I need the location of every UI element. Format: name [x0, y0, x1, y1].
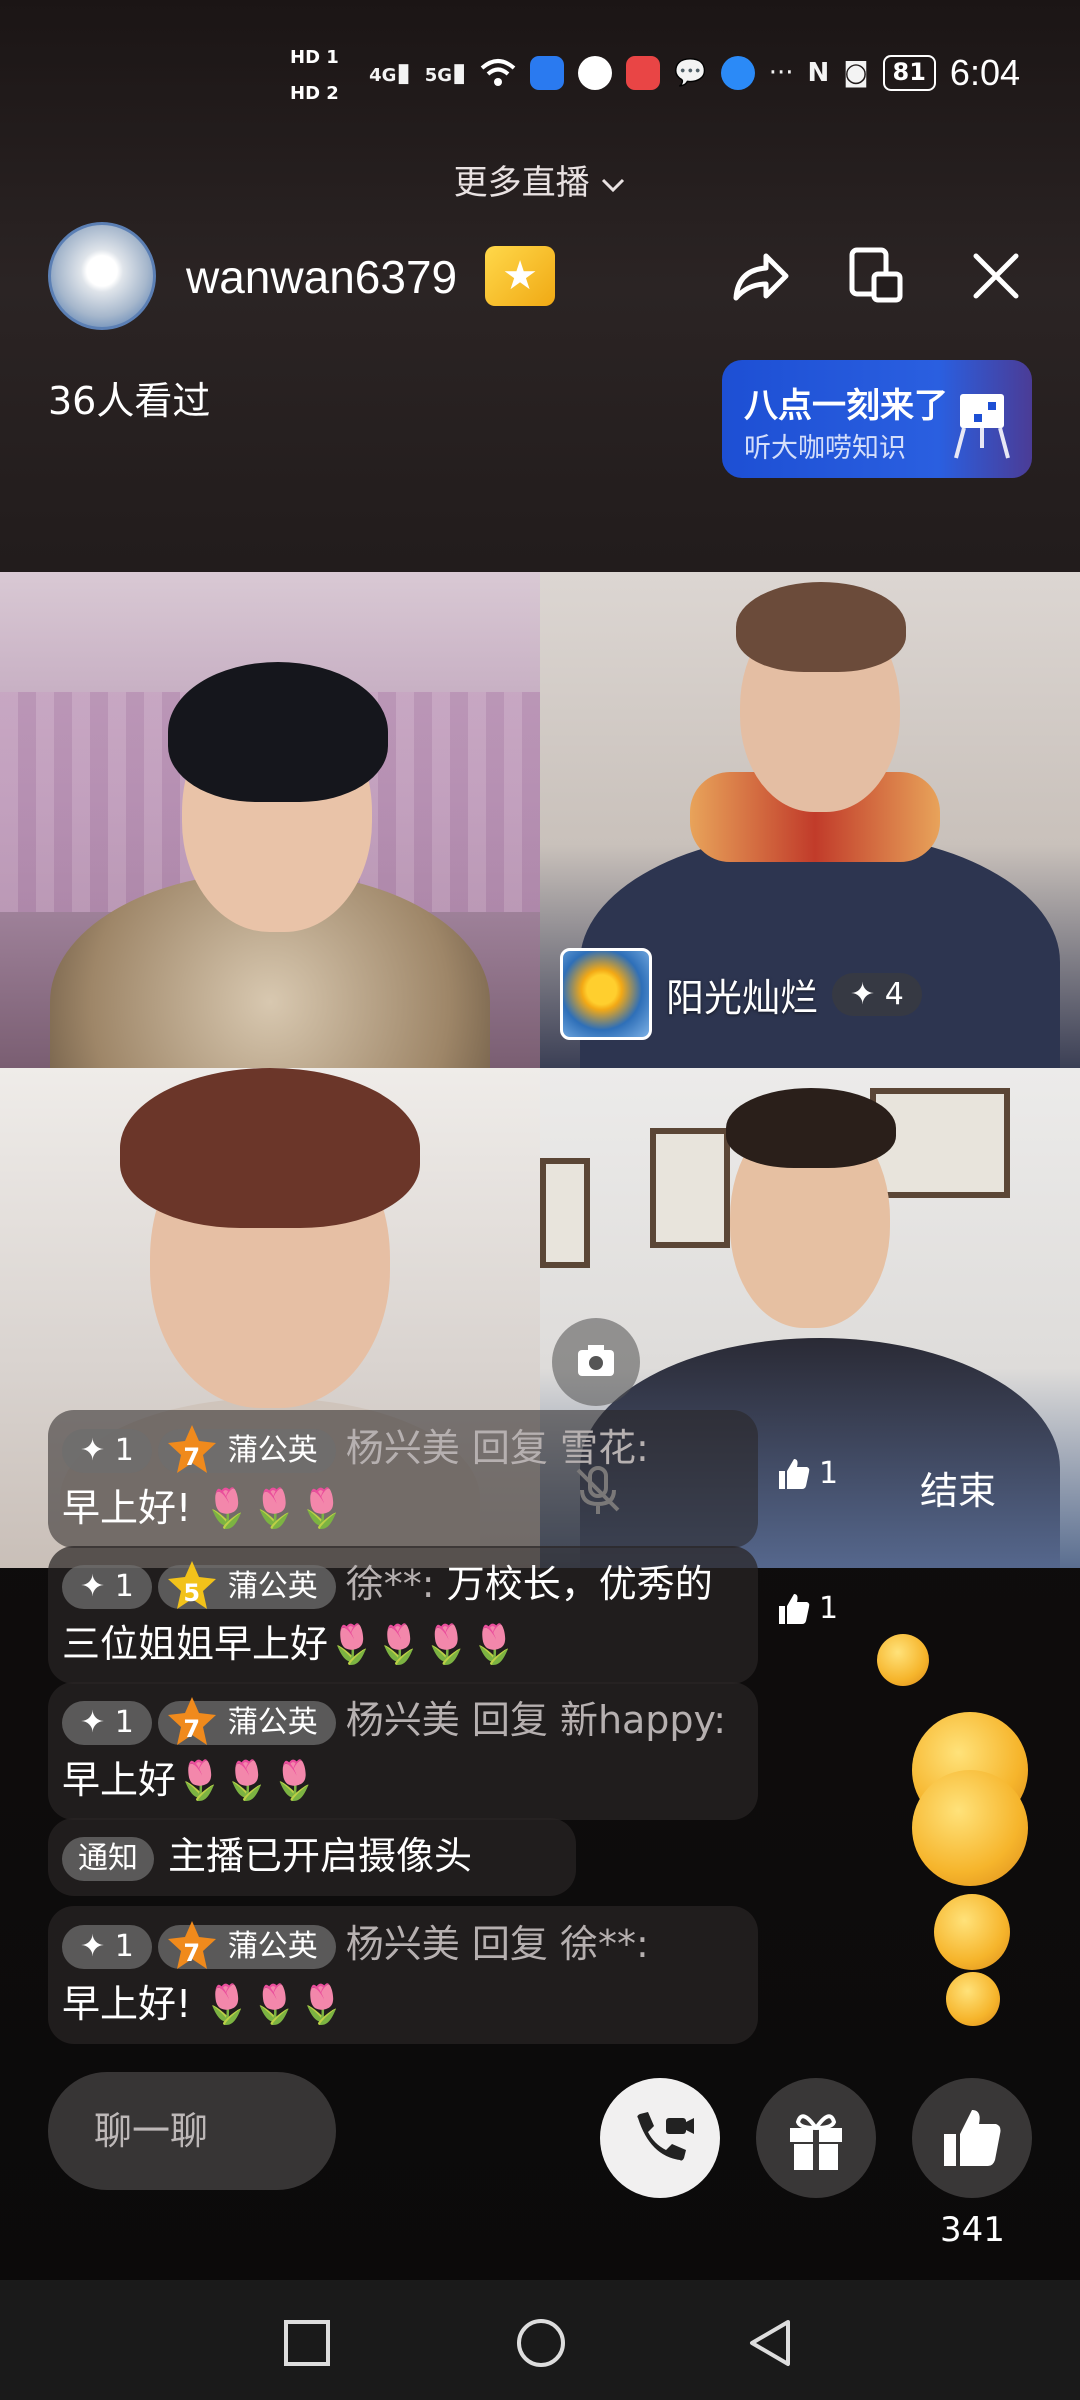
user-level-badge: ✦ 1 — [62, 1700, 152, 1745]
back-icon[interactable] — [744, 2316, 798, 2370]
host-avatar[interactable] — [48, 222, 156, 330]
guest-name: 阳光灿烂 — [666, 975, 819, 1020]
more-live-button[interactable]: 更多直播 — [0, 155, 1080, 204]
video-call-button[interactable] — [600, 2078, 720, 2198]
chevron-down-icon — [602, 178, 625, 192]
comment-like-count: 1 — [819, 1590, 839, 1626]
comment-text: 早上好! 🌷🌷🌷 — [62, 1486, 346, 1530]
user-level-badge: ✦ 1 — [62, 1924, 152, 1969]
host-username[interactable]: wanwan6379 — [186, 250, 457, 304]
star-badge-icon[interactable]: ★ — [485, 246, 555, 306]
emoji-smile-icon — [934, 1894, 1010, 1970]
viewer-count: 36人看过 — [48, 379, 211, 423]
comment-item[interactable]: ✦ 1 7 蒲公英 杨兴美 回复 雪花: 早上好! 🌷🌷🌷 — [48, 1410, 758, 1548]
browser-app-icon — [720, 56, 755, 90]
guest-level-badge: ✦ 4 — [832, 972, 922, 1016]
person-hair — [168, 662, 388, 802]
wall-painting — [540, 1158, 590, 1268]
tile-like-counter[interactable]: 1 — [775, 1455, 838, 1491]
comment-item[interactable]: 通知 主播已开启摄像头 — [48, 1818, 576, 1896]
wall-painting — [650, 1128, 730, 1248]
sim2-label: HD 2 — [290, 83, 339, 104]
comment-text: 早上好! 🌷🌷🌷 — [62, 1982, 346, 2026]
promo-easel-icon — [954, 394, 1010, 459]
promo-banner[interactable]: 八点一刻来了 听大咖唠知识 — [722, 360, 1032, 478]
more-dots-icon: ··· — [768, 58, 794, 88]
picture-in-picture-icon[interactable] — [840, 240, 912, 312]
nfc-icon: N — [807, 58, 830, 88]
comment-text: 主播已开启摄像头 — [168, 1834, 473, 1878]
wifi-icon — [481, 59, 516, 86]
more-live-label: 更多直播 — [453, 163, 590, 203]
camera-switch-button[interactable] — [552, 1318, 640, 1406]
recent-apps-icon[interactable] — [282, 2318, 332, 2368]
emoji-starstruck-icon — [912, 1770, 1028, 1886]
fan-star-icon: 7 — [164, 1693, 220, 1749]
person-hair — [736, 582, 906, 672]
share-icon[interactable] — [722, 240, 794, 312]
gift-app-icon — [626, 56, 661, 90]
status-bar: HD 1 HD 2 4G▮ 5G▮ 💬 ··· N ◙ 81 6:04 — [0, 0, 1080, 150]
battery-indicator: 81 — [882, 55, 936, 91]
comment-item[interactable]: ✦ 1 5 蒲公英 徐**: 万校长，优秀的三位姐姐早上好🌷🌷🌷🌷 — [48, 1546, 758, 1684]
chat-bubble-icon: 💬 — [674, 58, 707, 88]
end-button[interactable]: 结束 — [920, 1460, 996, 1515]
chat-input[interactable]: 聊一聊 — [48, 2072, 336, 2190]
sim1-label: HD 1 — [290, 47, 339, 68]
emoji-hug-icon — [946, 1972, 1000, 2026]
fan-badge: 5 蒲公英 — [157, 1560, 336, 1609]
camera-flip-icon — [578, 1345, 614, 1376]
fan-star-icon: 7 — [164, 1917, 220, 1973]
security-app-icon — [578, 56, 613, 90]
like-count: 341 — [940, 2210, 1005, 2250]
thumbs-up-icon — [779, 1459, 810, 1489]
notice-badge: 通知 — [62, 1836, 154, 1881]
like-button[interactable] — [912, 2078, 1032, 2198]
status-icons: 4G▮ 5G▮ 💬 ··· N ◙ 81 6:04 — [369, 52, 1020, 94]
tile-like-count: 1 — [819, 1455, 839, 1491]
promo-title: 八点一刻来了 — [744, 386, 948, 426]
comment-like-counter[interactable]: 1 — [775, 1590, 838, 1626]
home-icon[interactable] — [514, 2316, 568, 2370]
guest-avatar — [560, 948, 652, 1040]
promo-subtitle: 听大咖唠知识 — [744, 433, 906, 464]
video-tile-host[interactable] — [0, 572, 540, 1068]
fan-star-icon: 7 — [164, 1421, 220, 1477]
comment-user: 杨兴美 回复 新happy: — [345, 1698, 727, 1742]
camera-icon: ◙ — [843, 58, 869, 88]
thumbs-up-icon — [944, 2110, 1001, 2166]
person-hair — [726, 1088, 896, 1168]
gift-button[interactable] — [756, 2078, 876, 2198]
status-time: 6:04 — [949, 52, 1020, 93]
comment-user: 徐**: — [345, 1562, 435, 1606]
comment-text: 早上好🌷🌷🌷 — [62, 1758, 318, 1802]
emoji-hug-icon — [877, 1634, 929, 1686]
gift-icon — [790, 2114, 842, 2170]
user-level-badge: ✦ 1 — [62, 1564, 152, 1609]
phone-video-icon — [637, 2112, 694, 2161]
system-nav-bar — [0, 2280, 1080, 2400]
comment-item[interactable]: ✦ 1 7 蒲公英 杨兴美 回复 徐**: 早上好! 🌷🌷🌷 — [48, 1906, 758, 2044]
fan-badge: 7 蒲公英 — [157, 1696, 336, 1745]
fan-badge: 7 蒲公英 — [157, 1920, 336, 1969]
signal-5g-icon: 5G▮ — [424, 58, 467, 88]
guest-name-chip[interactable]: 阳光灿烂 ✦ 4 — [560, 948, 922, 1040]
fan-badge: 7 蒲公英 — [157, 1424, 336, 1473]
close-icon[interactable] — [960, 240, 1032, 312]
thumbs-up-icon — [779, 1594, 810, 1624]
user-level-badge: ✦ 1 — [62, 1428, 152, 1473]
fan-star-icon: 5 — [164, 1557, 220, 1613]
comment-user: 杨兴美 回复 徐**: — [345, 1922, 649, 1966]
person-hair — [120, 1068, 420, 1228]
signal-4g-icon: 4G▮ — [369, 58, 411, 88]
video-tile-guest-1[interactable]: 阳光灿烂 ✦ 4 — [540, 572, 1080, 1068]
comment-item[interactable]: ✦ 1 7 蒲公英 杨兴美 回复 新happy: 早上好🌷🌷🌷 — [48, 1682, 758, 1820]
comment-user: 杨兴美 回复 雪花: — [345, 1426, 649, 1470]
shield-app-icon — [530, 56, 565, 90]
